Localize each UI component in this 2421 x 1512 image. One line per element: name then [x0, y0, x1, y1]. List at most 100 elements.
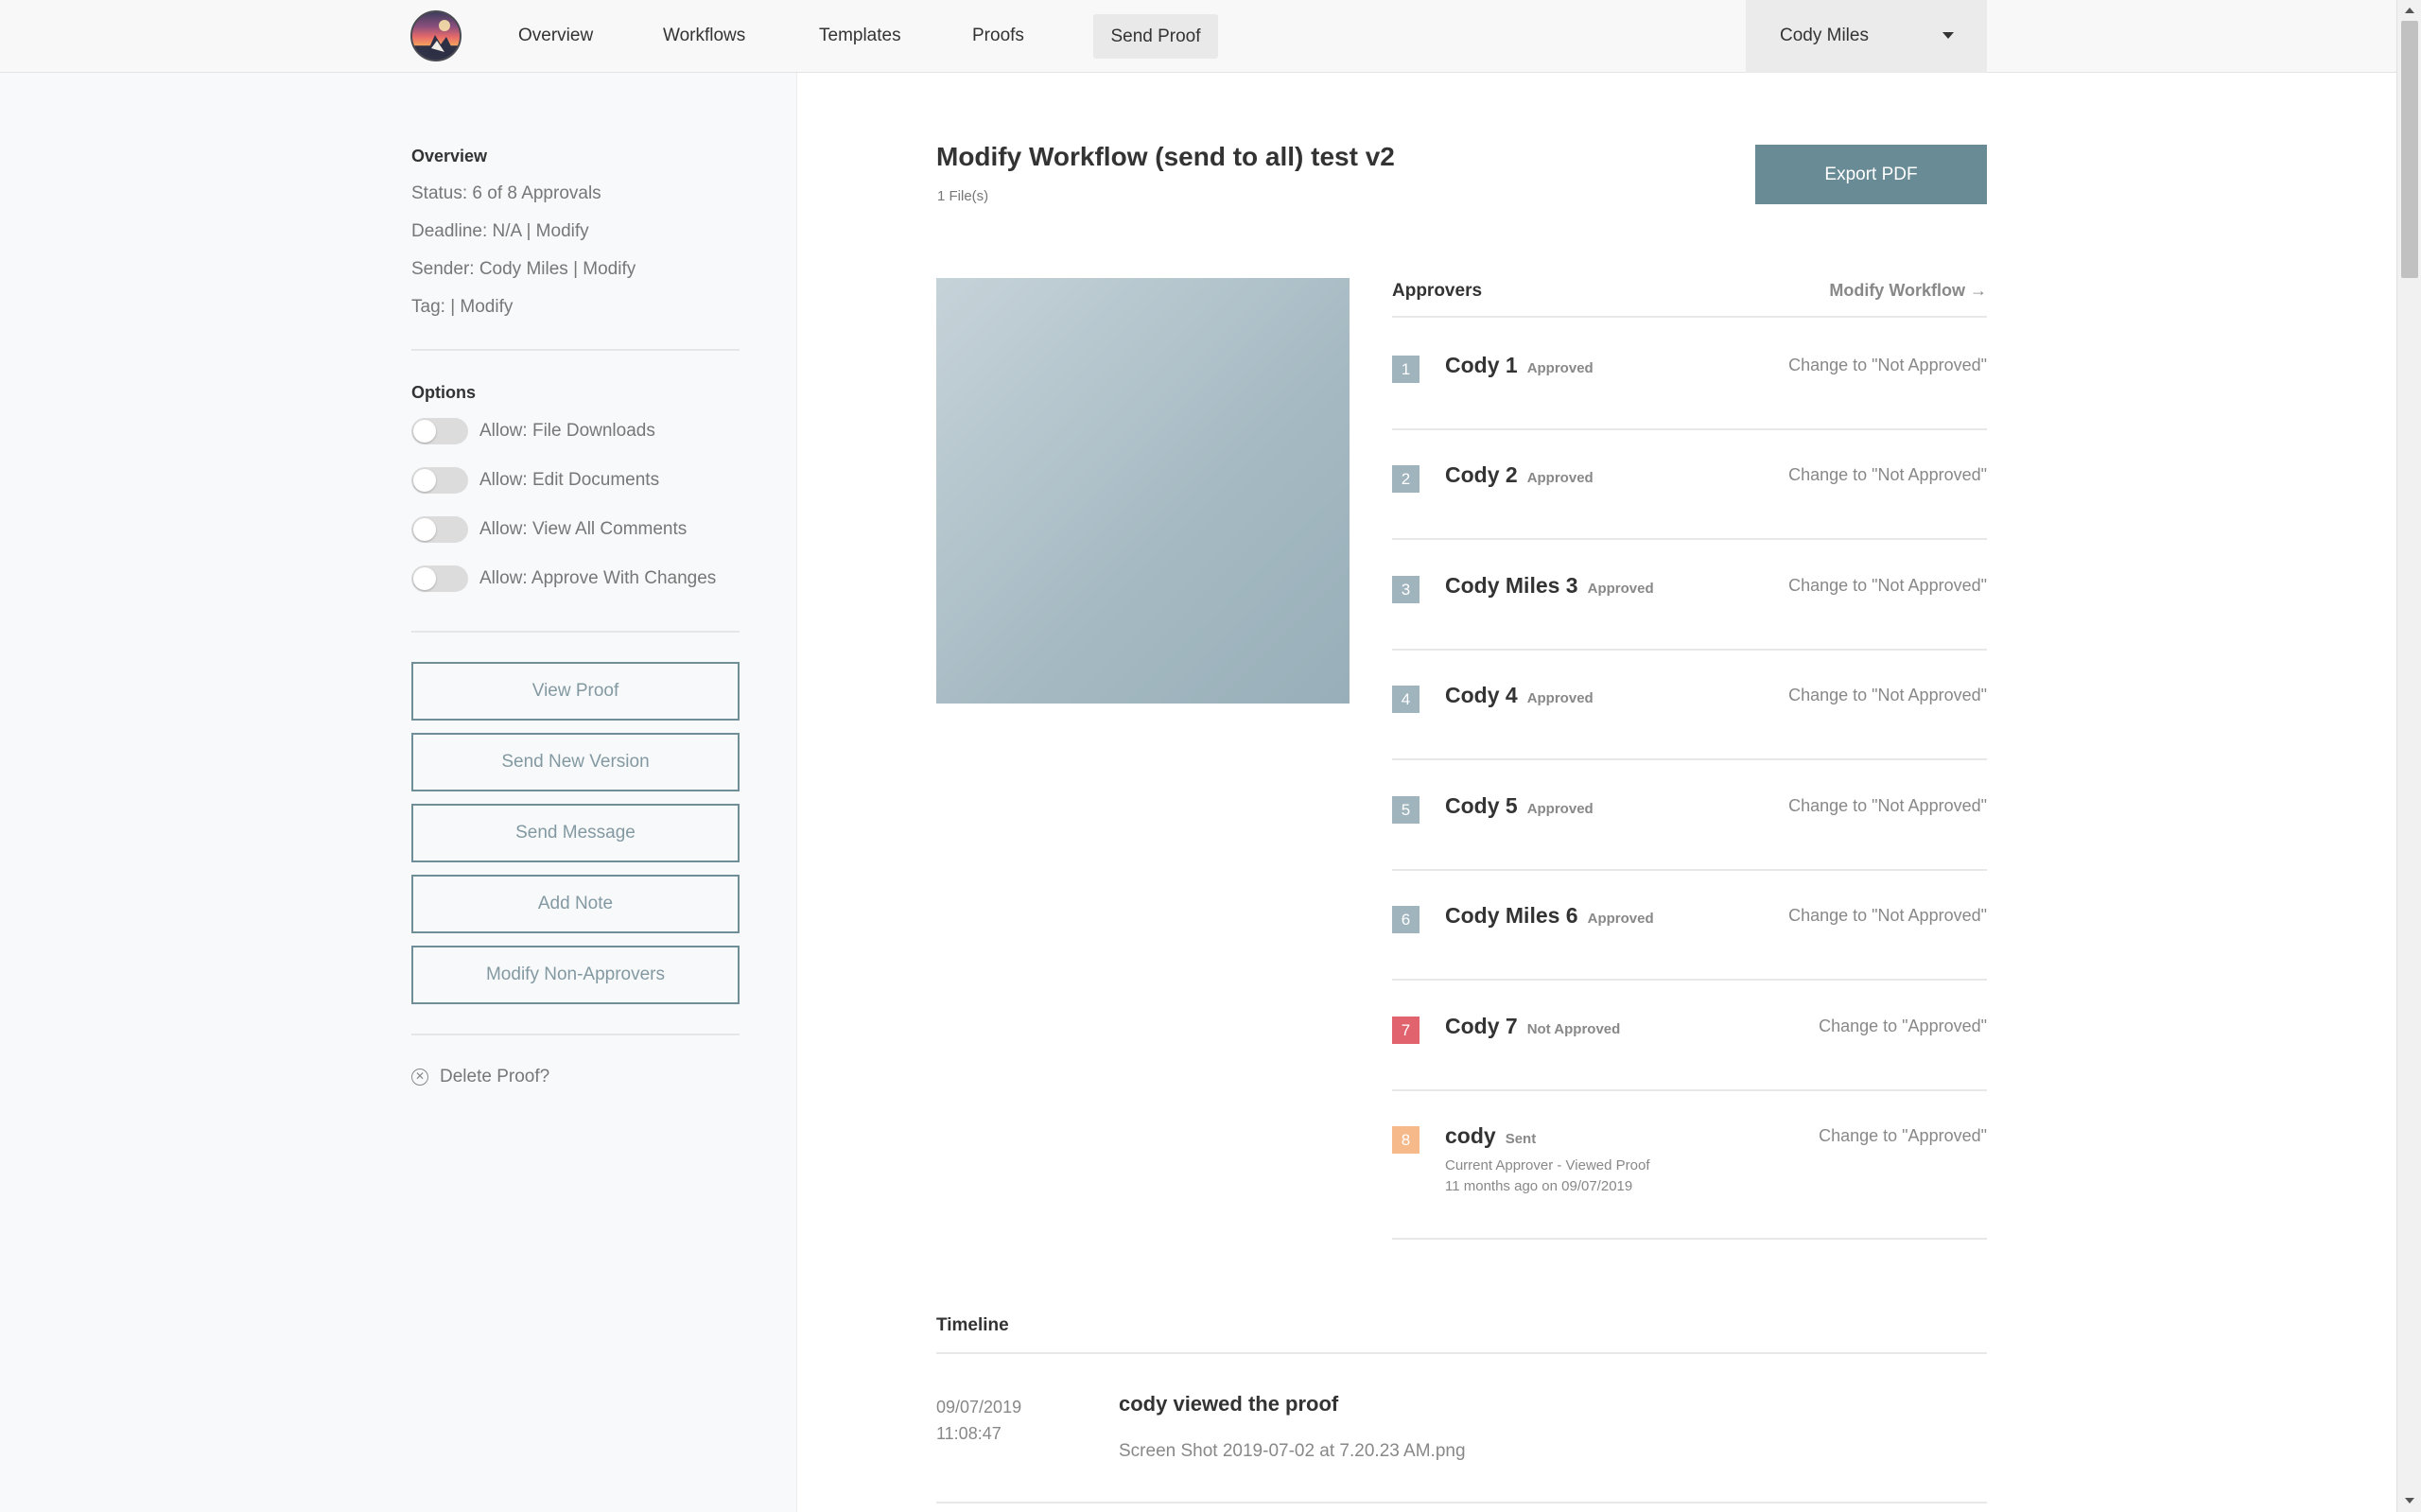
- delete-proof-link[interactable]: ✕ Delete Proof?: [411, 1065, 549, 1089]
- approver-name-text: Cody 1: [1445, 353, 1518, 377]
- approver-number-badge: 8: [1392, 1126, 1420, 1154]
- change-status-link[interactable]: Change to "Not Approved": [1788, 906, 1987, 926]
- approver-row: 6 Cody Miles 6 Approved Change to "Not Appr…: [1392, 903, 1987, 981]
- send-message-button[interactable]: Send Message: [411, 804, 740, 862]
- timeline-date-day: 09/07/2019: [936, 1398, 1022, 1416]
- approver-number-badge: 2: [1392, 465, 1420, 493]
- tag-text[interactable]: Tag: | Modify: [411, 297, 513, 318]
- deadline-text[interactable]: Deadline: N/A | Modify: [411, 221, 589, 242]
- approver-name-text: Cody 5: [1445, 793, 1518, 818]
- option-label: Allow: Approve With Changes: [479, 568, 717, 588]
- approver-name: Cody 4 Approved: [1445, 683, 1594, 708]
- timeline-divider: [936, 1502, 1987, 1503]
- scrollbar[interactable]: [2396, 0, 2421, 1512]
- approver-number-badge: 7: [1392, 1017, 1420, 1044]
- change-status-link[interactable]: Change to "Not Approved": [1788, 796, 1987, 816]
- scroll-thumb[interactable]: [2401, 21, 2418, 278]
- nav-workflows[interactable]: Workflows: [663, 23, 745, 51]
- change-status-link[interactable]: Change to "Not Approved": [1788, 686, 1987, 705]
- approver-name-text: Cody Miles 6: [1445, 903, 1578, 928]
- approver-name-text: cody: [1445, 1123, 1496, 1148]
- option-view-all-comments[interactable]: Allow: View All Comments: [411, 516, 687, 543]
- approver-name-text: Cody 2: [1445, 462, 1518, 487]
- approver-status: Approved: [1526, 801, 1594, 817]
- approver-number-badge: 4: [1392, 686, 1420, 713]
- add-note-button[interactable]: Add Note: [411, 875, 740, 933]
- scroll-up-icon[interactable]: [2405, 8, 2414, 13]
- change-status-link[interactable]: Change to "Not Approved": [1788, 465, 1987, 485]
- timeline-file[interactable]: Screen Shot 2019-07-02 at 7.20.23 AM.png: [1119, 1441, 1466, 1462]
- approver-row: 3 Cody Miles 3 Approved Change to "Not Appr…: [1392, 573, 1987, 651]
- change-status-link[interactable]: Change to "Approved": [1819, 1126, 1987, 1146]
- nav-overview[interactable]: Overview: [518, 23, 593, 51]
- approver-name: Cody 2 Approved: [1445, 462, 1594, 488]
- approver-row: 7 Cody 7 Not Approved Change to "Approved": [1392, 1014, 1987, 1091]
- delete-proof-label: Delete Proof?: [440, 1067, 550, 1086]
- toggle-switch[interactable]: [411, 418, 468, 444]
- view-proof-button[interactable]: View Proof: [411, 662, 740, 721]
- proof-thumbnail[interactable]: [936, 278, 1350, 704]
- approver-row: 4 Cody 4 Approved Change to "Not Approved": [1392, 683, 1987, 760]
- options-heading: Options: [411, 383, 476, 402]
- approver-timestamp: 11 months ago on 09/07/2019: [1445, 1178, 1633, 1194]
- toggle-switch[interactable]: [411, 467, 468, 494]
- approver-number-badge: 3: [1392, 576, 1420, 603]
- approver-name: Cody 1 Approved: [1445, 353, 1594, 378]
- export-pdf-button[interactable]: Export PDF: [1755, 145, 1987, 204]
- option-label: Allow: View All Comments: [479, 519, 688, 539]
- nav-templates[interactable]: Templates: [819, 23, 901, 51]
- user-name: Cody Miles: [1780, 26, 1869, 45]
- timeline-title: Timeline: [936, 1315, 1009, 1335]
- approver-number-badge: 5: [1392, 796, 1420, 824]
- option-label: Allow: Edit Documents: [479, 470, 660, 490]
- sidebar: [0, 73, 797, 1512]
- approver-name-text: Cody 7: [1445, 1014, 1518, 1038]
- nav-proofs[interactable]: Proofs: [972, 23, 1024, 51]
- change-status-link[interactable]: Change to "Not Approved": [1788, 576, 1987, 596]
- top-navbar: Overview Workflows Templates Proofs Send…: [0, 0, 2396, 73]
- approver-row: 1 Cody 1 Approved Change to "Not Approved": [1392, 353, 1987, 430]
- file-count: 1 File(s): [937, 188, 989, 204]
- overview-heading: Overview: [411, 147, 488, 165]
- approvers-title: Approvers: [1392, 281, 1483, 301]
- sender-text[interactable]: Sender: Cody Miles | Modify: [411, 259, 636, 280]
- modify-non-approvers-button[interactable]: Modify Non-Approvers: [411, 946, 740, 1004]
- approver-name-text: Cody 4: [1445, 683, 1518, 707]
- approver-detail: Current Approver - Viewed Proof: [1445, 1157, 1650, 1173]
- scroll-down-icon[interactable]: [2405, 1498, 2414, 1503]
- close-circle-icon: ✕: [411, 1069, 428, 1086]
- approver-status: Approved: [1526, 470, 1594, 486]
- approver-name: Cody Miles 6 Approved: [1445, 903, 1654, 929]
- nav-send-proof[interactable]: Send Proof: [1093, 14, 1218, 59]
- approver-name-text: Cody Miles 3: [1445, 573, 1578, 598]
- sidebar-divider: [411, 631, 740, 633]
- timeline-date-time: 11:08:47: [936, 1424, 1001, 1443]
- app-logo[interactable]: [410, 10, 462, 61]
- approver-name: Cody Miles 3 Approved: [1445, 573, 1654, 599]
- approver-name: cody Sent: [1445, 1123, 1536, 1149]
- toggle-switch[interactable]: [411, 565, 468, 592]
- change-status-link[interactable]: Change to "Approved": [1819, 1017, 1987, 1036]
- option-approve-with-changes[interactable]: Allow: Approve With Changes: [411, 565, 716, 592]
- approver-status: Sent: [1505, 1131, 1537, 1147]
- user-menu[interactable]: Cody Miles: [1746, 0, 1987, 73]
- approver-number-badge: 6: [1392, 906, 1420, 933]
- sidebar-divider: [411, 1034, 740, 1035]
- option-edit-documents[interactable]: Allow: Edit Documents: [411, 467, 659, 494]
- modify-workflow-link[interactable]: Modify Workflow →: [1829, 281, 1987, 301]
- approver-name: Cody 7 Not Approved: [1445, 1014, 1620, 1039]
- timeline-event: cody viewed the proof: [1119, 1392, 1339, 1416]
- option-file-downloads[interactable]: Allow: File Downloads: [411, 418, 655, 444]
- approver-status: Approved: [1587, 581, 1654, 597]
- approver-row: 8 cody Sent Change to "Approved" Current App…: [1392, 1123, 1987, 1240]
- approver-name: Cody 5 Approved: [1445, 793, 1594, 819]
- change-status-link[interactable]: Change to "Not Approved": [1788, 356, 1987, 375]
- send-new-version-button[interactable]: Send New Version: [411, 733, 740, 791]
- toggle-switch[interactable]: [411, 516, 468, 543]
- timeline-divider: [936, 1352, 1987, 1354]
- status-text: Status: 6 of 8 Approvals: [411, 183, 601, 203]
- approver-number-badge: 1: [1392, 356, 1420, 383]
- page-title: Modify Workflow (send to all) test v2: [936, 142, 1395, 171]
- approver-status: Approved: [1587, 911, 1654, 927]
- approver-row: 5 Cody 5 Approved Change to "Not Approved": [1392, 793, 1987, 871]
